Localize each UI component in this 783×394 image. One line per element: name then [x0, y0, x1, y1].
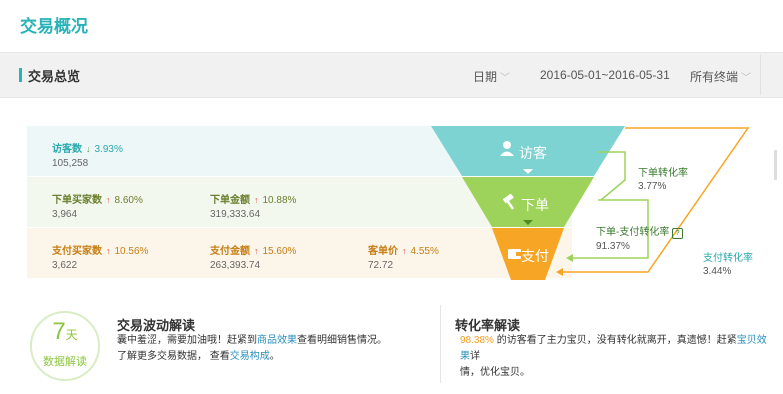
rate-label: 支付转化率: [703, 253, 753, 264]
text-segment: 查看明细销售情况。: [297, 335, 387, 346]
rate-value: 91.37%: [596, 241, 630, 252]
funnel-order-label: 下单: [521, 197, 549, 213]
highlight-pct: 98.38%: [460, 335, 494, 346]
funnel-visitor-label: 访客: [519, 145, 547, 161]
wave-analysis-title: 交易波动解读: [117, 318, 196, 333]
wave-line-1: 囊中羞涩，需要加油哦！赶紧到商品效果查看明细销售情况。: [117, 333, 387, 349]
text-segment: 。: [269, 351, 280, 362]
text-segment: 详: [470, 351, 480, 362]
conversion-analysis-title: 转化率解读: [455, 318, 521, 333]
badge-number: 7天: [32, 318, 98, 346]
order-pay-conversion-rate: 下单-支付转化率 ? 91.37%: [596, 223, 684, 252]
trade-composition-link[interactable]: 交易构成: [230, 351, 270, 362]
rate-label-text: 下单-支付转化率: [596, 227, 670, 238]
wave-line-2: 了解更多交易数据， 查看交易构成。: [117, 349, 387, 365]
help-icon[interactable]: ?: [672, 228, 684, 239]
wave-analysis-text: 囊中羞涩，需要加油哦！赶紧到商品效果查看明细销售情况。 了解更多交易数据， 查看…: [117, 333, 387, 365]
text-segment: 囊中羞涩，需要加油哦！赶紧到: [117, 335, 257, 346]
pay-conversion-rate: 支付转化率 3.44%: [703, 249, 753, 277]
arrow-left-icon: [566, 254, 573, 262]
user-icon: [500, 140, 514, 161]
badge-num: 7: [52, 318, 66, 345]
wallet-icon: [508, 247, 521, 265]
rate-label: 下单转化率: [638, 168, 688, 179]
funnel-pay-label: 支付: [521, 248, 549, 264]
rate-value: 3.77%: [638, 181, 667, 192]
product-effect-link[interactable]: 商品效果: [257, 335, 297, 346]
rate-value: 3.44%: [703, 266, 732, 277]
section-divider: [440, 305, 441, 383]
text-segment: 的访客看了主力宝贝，没有转化就离开，真遗憾！赶紧: [493, 335, 737, 346]
arrow-left-icon: [556, 268, 563, 276]
scrollbar[interactable]: [774, 150, 777, 180]
seven-day-badge[interactable]: 7天 数据解读: [30, 311, 100, 381]
text-segment: 了解更多交易数据， 查看: [117, 351, 230, 362]
order-conversion-rate: 下单转化率 3.77%: [638, 164, 688, 192]
conversion-analysis-text: 98.38% 的访客看了主力宝贝，没有转化就离开，真遗憾！赶紧宝贝效果详 情，优…: [460, 333, 775, 381]
badge-text: 数据解读: [43, 356, 87, 368]
rate-label: 下单-支付转化率 ?: [596, 223, 684, 239]
conversion-line-2: 情，优化宝贝。: [460, 367, 530, 378]
gavel-icon: [502, 193, 518, 215]
badge-unit: 天: [65, 328, 78, 342]
conversion-line-1: 98.38% 的访客看了主力宝贝，没有转化就离开，真遗憾！赶紧宝贝效果详: [460, 333, 775, 365]
